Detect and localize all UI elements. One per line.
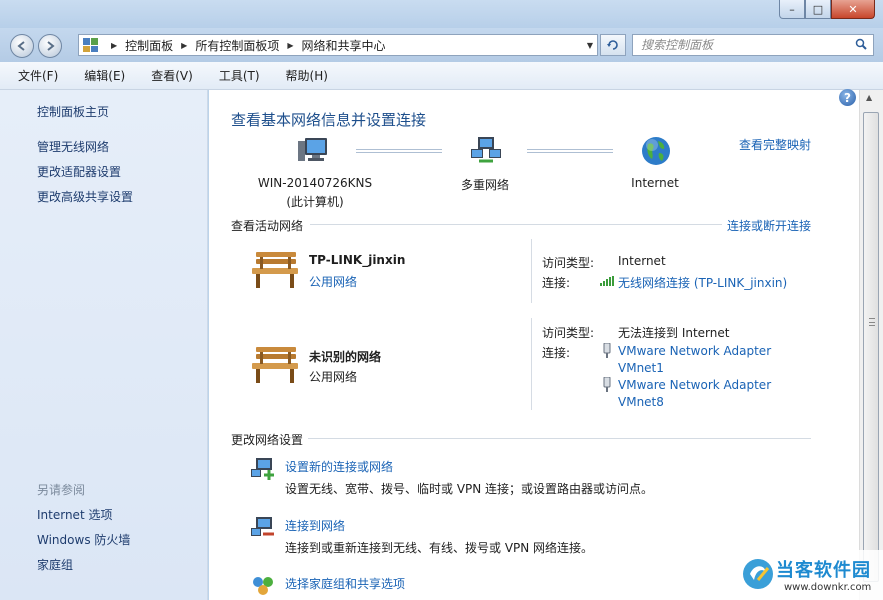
minimize-button[interactable]: – (779, 0, 805, 19)
sidebar-item-homegroup[interactable]: 家庭组 (37, 556, 73, 573)
internet-label: Internet (631, 176, 679, 190)
watermark-brand: 当客软件园 (776, 560, 871, 581)
menu-help[interactable]: 帮助(H) (280, 65, 334, 86)
page-title: 查看基本网络信息并设置连接 (231, 111, 427, 129)
setup-connection-link[interactable]: 设置新的连接或网络 (285, 458, 393, 475)
menu-edit[interactable]: 编辑(E) (78, 65, 131, 86)
column-divider (531, 239, 532, 303)
section-divider (310, 224, 722, 225)
computer-name-label: WIN-20140726KNS (257, 176, 373, 190)
control-panel-icon (83, 38, 99, 52)
network-type: 公用网络 (309, 370, 358, 384)
section-divider (308, 438, 811, 439)
column-divider (531, 318, 532, 410)
see-also-heading: 另请参阅 (37, 483, 86, 497)
breadcrumb-chevron-icon: ▶ (181, 40, 188, 50)
breadcrumb-chevron-icon: ▶ (287, 40, 294, 50)
multiple-networks-icon[interactable] (470, 135, 502, 167)
close-button[interactable]: ✕ (831, 0, 875, 19)
map-connector-line (356, 149, 442, 153)
sidebar-item-internet-options[interactable]: Internet 选项 (37, 506, 112, 523)
access-type-label: 访问类型: (542, 326, 595, 340)
public-network-bench-icon (252, 347, 298, 383)
new-connection-icon (251, 458, 274, 480)
breadcrumb-chevron-icon: ▶ (111, 40, 118, 50)
navigation-bar: ▶ 控制面板 ▶ 所有控制面板项 ▶ 网络和共享中心 ▼ (0, 28, 883, 62)
internet-globe-icon[interactable] (640, 135, 672, 167)
search-icon[interactable] (855, 38, 867, 50)
refresh-button[interactable] (600, 34, 626, 56)
watermark-url: www.downkr.com (784, 582, 872, 593)
forward-button[interactable] (38, 34, 62, 58)
sidebar: 控制面板主页 管理无线网络 更改适配器设置 更改高级共享设置 另请参阅 Inte… (0, 90, 208, 600)
help-icon[interactable]: ? (839, 89, 856, 106)
public-network-bench-icon (252, 252, 298, 288)
connect-disconnect-link[interactable]: 连接或断开连接 (727, 217, 811, 234)
homegroup-icon (253, 577, 273, 595)
refresh-icon (607, 40, 618, 50)
access-type-value: Internet (618, 254, 666, 268)
chevron-down-icon[interactable]: ▼ (587, 41, 593, 50)
access-type-label: 访问类型: (542, 256, 595, 270)
menu-bar: 文件(F) 编辑(E) 查看(V) 工具(T) 帮助(H) (0, 62, 883, 90)
multiple-networks-label: 多重网络 (460, 178, 509, 192)
network-name: TP-LINK_jinxin (309, 253, 406, 267)
connect-to-network-icon (251, 517, 274, 536)
search-box (632, 34, 874, 56)
vmnet8-adapter-link[interactable]: VMnet8 (618, 395, 664, 409)
vmnet1-adapter-link[interactable]: VMware Network Adapter (618, 344, 771, 358)
computer-icon[interactable] (296, 135, 330, 167)
network-type-link[interactable]: 公用网络 (309, 273, 357, 290)
breadcrumb-item[interactable]: 控制面板 (125, 37, 173, 54)
forward-arrow-icon (47, 41, 55, 51)
sidebar-item-adapter-settings[interactable]: 更改适配器设置 (37, 163, 121, 180)
vertical-scrollbar[interactable]: ▲ (859, 90, 883, 600)
sidebar-item-advanced-sharing[interactable]: 更改高级共享设置 (37, 188, 133, 205)
connection-label: 连接: (542, 346, 571, 360)
network-adapter-icon (603, 377, 611, 392)
setup-connection-description: 设置无线、宽带、拨号、临时或 VPN 连接；或设置路由器或访问点。 (285, 482, 654, 496)
menu-tools[interactable]: 工具(T) (213, 65, 266, 86)
breadcrumb-item[interactable]: 网络和共享中心 (302, 37, 386, 54)
wireless-connection-link[interactable]: 无线网络连接 (TP-LINK_jinxin) (618, 274, 787, 291)
title-bar: – □ ✕ (0, 0, 883, 28)
scroll-up-icon[interactable]: ▲ (866, 93, 872, 102)
back-button[interactable] (10, 34, 34, 58)
scrollbar-thumb[interactable] (863, 112, 879, 582)
vmnet1-adapter-link[interactable]: VMnet1 (618, 361, 664, 375)
active-networks-heading: 查看活动网络 (231, 219, 304, 233)
sidebar-home-link[interactable]: 控制面板主页 (37, 103, 109, 120)
breadcrumb-item[interactable]: 所有控制面板项 (195, 37, 279, 54)
maximize-button[interactable]: □ (805, 0, 831, 19)
homegroup-sharing-link[interactable]: 选择家庭组和共享选项 (285, 575, 405, 592)
network-adapter-icon (603, 343, 611, 358)
vmnet8-adapter-link[interactable]: VMware Network Adapter (618, 378, 771, 392)
search-input[interactable] (633, 35, 843, 55)
menu-file[interactable]: 文件(F) (12, 65, 64, 86)
sidebar-item-firewall[interactable]: Windows 防火墙 (37, 531, 130, 548)
wifi-signal-icon (600, 276, 614, 286)
change-settings-heading: 更改网络设置 (231, 433, 304, 447)
access-type-value: 无法连接到 Internet (618, 326, 730, 340)
connect-to-network-description: 连接到或重新连接到无线、有线、拨号或 VPN 网络连接。 (285, 541, 594, 555)
window-controls: – □ ✕ (779, 0, 875, 20)
computer-sub-label: (此计算机) (286, 195, 344, 209)
network-name: 未识别的网络 (309, 350, 382, 364)
map-connector-line (527, 149, 613, 153)
sidebar-item-manage-wireless[interactable]: 管理无线网络 (37, 138, 109, 155)
connection-label: 连接: (542, 276, 571, 290)
back-arrow-icon (17, 41, 25, 51)
view-full-map-link[interactable]: 查看完整映射 (739, 136, 811, 153)
address-field[interactable]: ▶ 控制面板 ▶ 所有控制面板项 ▶ 网络和共享中心 ▼ (78, 34, 598, 56)
connect-to-network-link[interactable]: 连接到网络 (285, 517, 345, 534)
menu-view[interactable]: 查看(V) (145, 65, 199, 86)
